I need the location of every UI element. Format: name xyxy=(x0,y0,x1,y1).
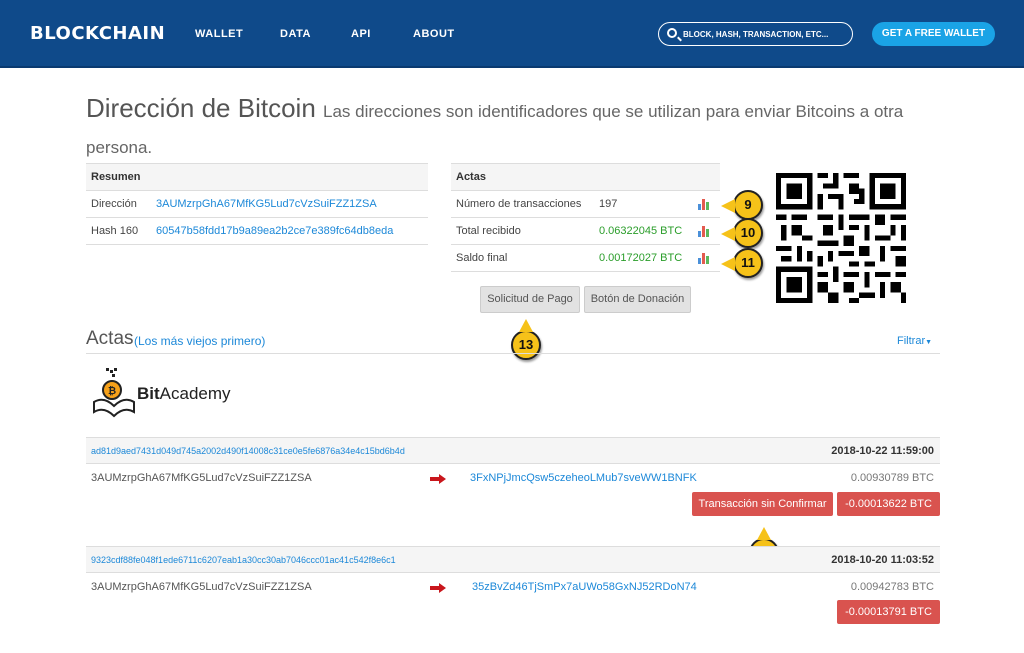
top-navigation-bar: BLOCKCHAIN WALLET DATA API ABOUT GET A F… xyxy=(0,0,1024,68)
page-title-main: Dirección de Bitcoin xyxy=(86,93,316,123)
filter-label: Filtrar xyxy=(897,335,926,347)
summary-label: Hash 160 xyxy=(91,225,139,237)
transaction-amount: 0.00930789 BTC xyxy=(850,472,934,484)
callout-badge: 10 xyxy=(721,218,763,248)
net-amount-button[interactable]: -0.00013791 BTC xyxy=(837,600,940,624)
summary-heading: Resumen xyxy=(91,171,141,183)
callout-badge: 11 xyxy=(721,248,763,278)
right-arrow-icon xyxy=(430,474,446,484)
page-title: Dirección de Bitcoin Las direcciones son… xyxy=(86,92,946,164)
actas-label: Número de transacciones xyxy=(456,198,582,210)
transaction-date: 2018-10-22 11:59:00 xyxy=(831,445,934,457)
actas-value: 197 xyxy=(599,198,618,210)
search-input[interactable] xyxy=(683,27,848,41)
transaction-date: 2018-10-20 11:03:52 xyxy=(831,554,934,566)
transaction-to-address-link[interactable]: 3FxNPjJmcQsw5czeheoLMub7sveWW1BNFK xyxy=(470,472,697,484)
qr-code xyxy=(776,173,906,303)
donation-button[interactable]: Botón de Donación xyxy=(584,286,691,313)
actas-label: Saldo final xyxy=(456,252,508,264)
transactions-title: Actas xyxy=(86,328,134,349)
nav-data[interactable]: DATA xyxy=(280,28,311,40)
summary-row-hash160: Hash 160 60547b58fdd17b9a89ea2b2ce7e389f… xyxy=(86,218,428,245)
search-icon xyxy=(667,28,677,38)
summary-header-row: Resumen xyxy=(86,164,428,191)
bar-chart-icon[interactable] xyxy=(698,253,710,264)
actas-row-final-balance: Saldo final 0.00172027 BTC xyxy=(451,245,720,272)
transaction-amount: 0.00942783 BTC xyxy=(850,581,934,593)
get-free-wallet-button[interactable]: GET A FREE WALLET xyxy=(872,22,995,46)
actas-heading: Actas xyxy=(456,171,486,183)
nav-api[interactable]: API xyxy=(351,28,371,40)
nav-about[interactable]: ABOUT xyxy=(413,28,455,40)
filter-dropdown[interactable]: Filtrar▼ xyxy=(897,335,932,347)
summary-row-address: Dirección 3AUMzrpGhA67MfKG5Lud7cVzSuiFZZ… xyxy=(86,191,428,218)
actas-row-total-received: Total recibido 0.06322045 BTC xyxy=(451,218,720,245)
right-arrow-icon xyxy=(430,583,446,593)
blockchain-logo[interactable]: BLOCKCHAIN xyxy=(30,23,165,44)
hash160-link[interactable]: 60547b58fdd17b9a89ea2b2ce7e389fc64db8eda xyxy=(156,225,393,237)
transaction-hash-link[interactable]: 9323cdf88fe048f1ede6711c6207eab1a30cc30a… xyxy=(91,555,396,565)
search-box[interactable] xyxy=(658,22,853,46)
actas-header-row: Actas xyxy=(451,164,720,191)
actas-value: 0.00172027 BTC xyxy=(599,252,683,264)
actas-table: Actas Número de transacciones 197 Total … xyxy=(451,163,720,272)
address-link[interactable]: 3AUMzrpGhA67MfKG5Lud7cVzSuiFZZ1ZSA xyxy=(156,198,377,210)
divider xyxy=(86,353,940,354)
callout-badge: 9 xyxy=(721,190,763,220)
transaction-header: 9323cdf88fe048f1ede6711c6207eab1a30cc30a… xyxy=(86,546,940,573)
bar-chart-icon[interactable] xyxy=(698,226,710,237)
actas-value: 0.06322045 BTC xyxy=(599,225,683,237)
transaction-hash-link[interactable]: ad81d9aed7431d049d745a2002d490f14008c31c… xyxy=(91,446,405,456)
nav-wallet[interactable]: WALLET xyxy=(195,28,243,40)
svg-text:₿: ₿ xyxy=(108,385,116,397)
actas-row-tx-count: Número de transacciones 197 xyxy=(451,191,720,218)
callout-badge: 13 xyxy=(511,319,541,360)
unconfirmed-transaction-button[interactable]: Transacción sin Confirmar xyxy=(692,492,833,516)
bitacademy-wordmark: BitAcademy xyxy=(137,384,231,403)
net-amount-button[interactable]: -0.00013622 BTC xyxy=(837,492,940,516)
transaction-to-address-link[interactable]: 35zBvZd46TjSmPx7aUWo58GxNJ52RDoN74 xyxy=(472,581,697,593)
transaction-header: ad81d9aed7431d049d745a2002d490f14008c31c… xyxy=(86,437,940,464)
bitacademy-logo-icon: ₿ xyxy=(93,368,135,418)
transaction-from-address: 3AUMzrpGhA67MfKG5Lud7cVzSuiFZZ1ZSA xyxy=(91,581,312,593)
bitacademy-logo: ₿ BitAcademy xyxy=(92,368,242,418)
bar-chart-icon[interactable] xyxy=(698,199,710,210)
payment-request-button[interactable]: Solicitud de Pago xyxy=(480,286,580,313)
summary-table: Resumen Dirección 3AUMzrpGhA67MfKG5Lud7c… xyxy=(86,163,428,245)
summary-label: Dirección xyxy=(91,198,137,210)
actas-label: Total recibido xyxy=(456,225,521,237)
caret-down-icon: ▼ xyxy=(925,339,933,346)
transaction-from-address: 3AUMzrpGhA67MfKG5Lud7cVzSuiFZZ1ZSA xyxy=(91,472,312,484)
transactions-order-link[interactable]: (Los más viejos primero) xyxy=(134,334,265,348)
